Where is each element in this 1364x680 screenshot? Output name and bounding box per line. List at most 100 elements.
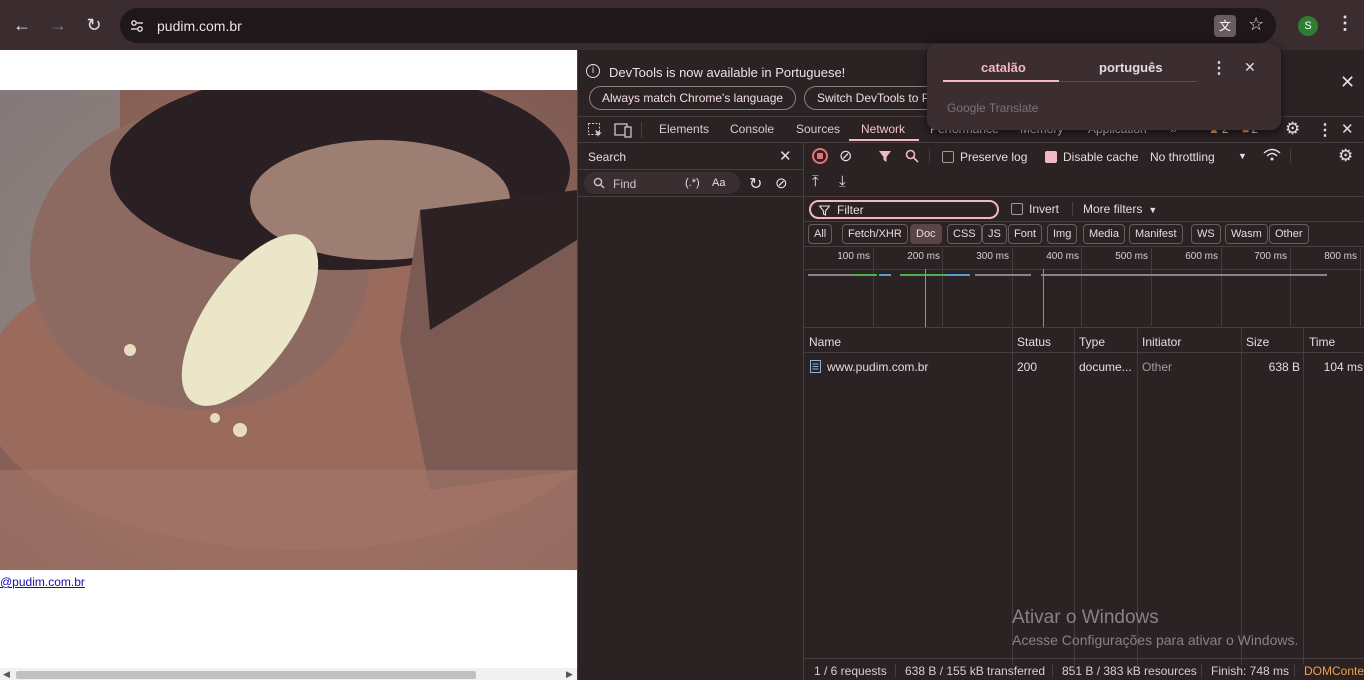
- avatar[interactable]: S: [1298, 16, 1318, 36]
- column-header-initiator[interactable]: Initiator: [1142, 335, 1181, 349]
- column-header-name[interactable]: Name: [809, 335, 841, 349]
- gear-icon[interactable]: ⚙: [1285, 119, 1300, 139]
- search-panel-title: Search: [588, 150, 627, 164]
- column-header-size[interactable]: Size: [1246, 335, 1269, 349]
- filter-chip-other[interactable]: Other: [1269, 224, 1309, 244]
- match-case-toggle[interactable]: Aa: [712, 177, 725, 189]
- divider: [804, 327, 1364, 328]
- reload-icon[interactable]: ↻: [82, 13, 106, 37]
- load-event-line: [1043, 269, 1044, 327]
- export-har-icon[interactable]: ⤓: [839, 173, 846, 190]
- column-header-status[interactable]: Status: [1017, 335, 1051, 349]
- record-icon[interactable]: [812, 148, 828, 164]
- filter-icon: [819, 205, 830, 216]
- page-link[interactable]: @pudim.com.br: [0, 575, 85, 589]
- invert-checkbox[interactable]: Invert: [1011, 202, 1059, 216]
- search-input[interactable]: Find (.*) Aa: [584, 172, 740, 194]
- filter-chip-js[interactable]: JS: [982, 224, 1007, 244]
- status-resources: 851 B / 383 kB resources: [1062, 664, 1197, 678]
- divider: [1201, 664, 1202, 677]
- checkbox-box[interactable]: [1011, 203, 1023, 215]
- scrollbar-thumb[interactable]: [16, 671, 476, 679]
- kebab-menu-icon[interactable]: ⋮: [1317, 120, 1333, 140]
- filter-chip-img[interactable]: Img: [1047, 224, 1078, 244]
- dom-content-loaded-line: [925, 269, 926, 327]
- chevron-down-icon: ▼: [1238, 151, 1247, 161]
- filter-chip-css[interactable]: CSS: [947, 224, 982, 244]
- info-icon: i: [586, 64, 600, 78]
- filter-input[interactable]: Filter: [809, 200, 999, 219]
- timeline-tick: 100 ms: [837, 251, 870, 262]
- more-filters-dropdown[interactable]: More filters ▼: [1083, 202, 1157, 216]
- close-devtools-icon[interactable]: ✕: [1341, 120, 1354, 138]
- search-icon[interactable]: [905, 149, 919, 163]
- throttling-select[interactable]: No throttling ▼: [1150, 150, 1250, 164]
- filter-chip-fetch-xhr[interactable]: Fetch/XHR: [842, 224, 908, 244]
- always-match-language-button[interactable]: Always match Chrome's language: [589, 86, 796, 110]
- inspect-element-icon[interactable]: [587, 122, 603, 138]
- tab-elements[interactable]: Elements: [659, 122, 709, 136]
- star-icon[interactable]: ☆: [1248, 14, 1264, 35]
- document-icon: [810, 360, 821, 373]
- divider: [804, 658, 1364, 659]
- close-icon[interactable]: ✕: [1340, 72, 1355, 93]
- filter-chip-font[interactable]: Font: [1008, 224, 1043, 244]
- google-translate-branding: Google Translate: [947, 101, 1038, 115]
- tab-sources[interactable]: Sources: [796, 122, 840, 136]
- arrow-right-icon[interactable]: →: [46, 13, 70, 37]
- filter-icon[interactable]: [878, 149, 893, 164]
- close-icon[interactable]: ✕: [1244, 59, 1256, 76]
- tune-icon[interactable]: [129, 18, 145, 34]
- import-har-icon[interactable]: ⤒: [812, 173, 819, 190]
- active-tab-indicator: [849, 139, 919, 141]
- address-bar[interactable]: pudim.com.br 文 ☆: [120, 8, 1276, 43]
- filter-chip-wasm[interactable]: Wasm: [1225, 224, 1268, 244]
- arrow-left-icon[interactable]: ←: [10, 13, 34, 37]
- horizontal-scrollbar[interactable]: ◀ ▶: [0, 668, 577, 680]
- switch-language-button[interactable]: Switch DevTools to Portuguese: [804, 86, 944, 110]
- refresh-search-icon[interactable]: ↻: [749, 174, 762, 194]
- network-settings-icon[interactable]: ⚙: [1338, 146, 1353, 166]
- target-language-tab[interactable]: português: [1099, 60, 1163, 75]
- source-language-tab[interactable]: catalão: [981, 60, 1026, 75]
- tab-network[interactable]: Network: [861, 122, 905, 136]
- divider: [804, 196, 1364, 197]
- timeline-tick: 200 ms: [907, 251, 940, 262]
- checkbox-box[interactable]: [1045, 151, 1057, 163]
- filter-chip-media[interactable]: Media: [1083, 224, 1125, 244]
- divider: [578, 196, 803, 197]
- timeline-tick: 400 ms: [1046, 251, 1079, 262]
- filter-chip-ws[interactable]: WS: [1191, 224, 1221, 244]
- preserve-log-checkbox[interactable]: Preserve log: [942, 150, 1027, 164]
- filter-chip-all[interactable]: All: [808, 224, 833, 244]
- chevron-right-icon[interactable]: ▶: [566, 669, 573, 680]
- tab-console[interactable]: Console: [730, 122, 774, 136]
- disable-cache-checkbox[interactable]: Disable cache: [1045, 150, 1138, 164]
- row-size: 638 B: [1268, 360, 1300, 374]
- network-conditions-icon[interactable]: [1263, 148, 1281, 162]
- regex-toggle[interactable]: (.*): [685, 177, 700, 189]
- checkbox-box[interactable]: [942, 151, 954, 163]
- chevron-left-icon[interactable]: ◀: [3, 669, 10, 680]
- timeline-overview[interactable]: 100 ms 200 ms 300 ms 400 ms 500 ms 600 m…: [805, 247, 1364, 327]
- status-transferred: 638 B / 155 kB transferred: [905, 664, 1046, 678]
- timeline-bar: [975, 274, 1031, 276]
- kebab-menu-icon[interactable]: ⋮: [1336, 13, 1354, 34]
- close-search-icon[interactable]: ✕: [779, 147, 792, 165]
- url-text: pudim.com.br: [157, 18, 242, 34]
- kebab-menu-icon[interactable]: ⋮: [1211, 58, 1227, 78]
- divider: [929, 149, 930, 163]
- filter-chip-doc[interactable]: Doc: [910, 224, 942, 244]
- column-header-type[interactable]: Type: [1079, 335, 1105, 349]
- translate-icon[interactable]: 文: [1214, 15, 1236, 37]
- timeline-bar: [900, 274, 946, 276]
- clear-icon[interactable]: ⊘: [839, 146, 852, 166]
- filter-chip-manifest[interactable]: Manifest: [1129, 224, 1183, 244]
- preserve-log-label: Preserve log: [960, 150, 1028, 164]
- clear-search-icon[interactable]: ⊘: [775, 174, 788, 192]
- active-language-indicator: [943, 80, 1059, 82]
- device-toolbar-icon[interactable]: [614, 122, 632, 138]
- column-header-time[interactable]: Time: [1309, 335, 1335, 349]
- row-name[interactable]: www.pudim.com.br: [827, 360, 928, 374]
- drawer-divider[interactable]: [803, 143, 804, 680]
